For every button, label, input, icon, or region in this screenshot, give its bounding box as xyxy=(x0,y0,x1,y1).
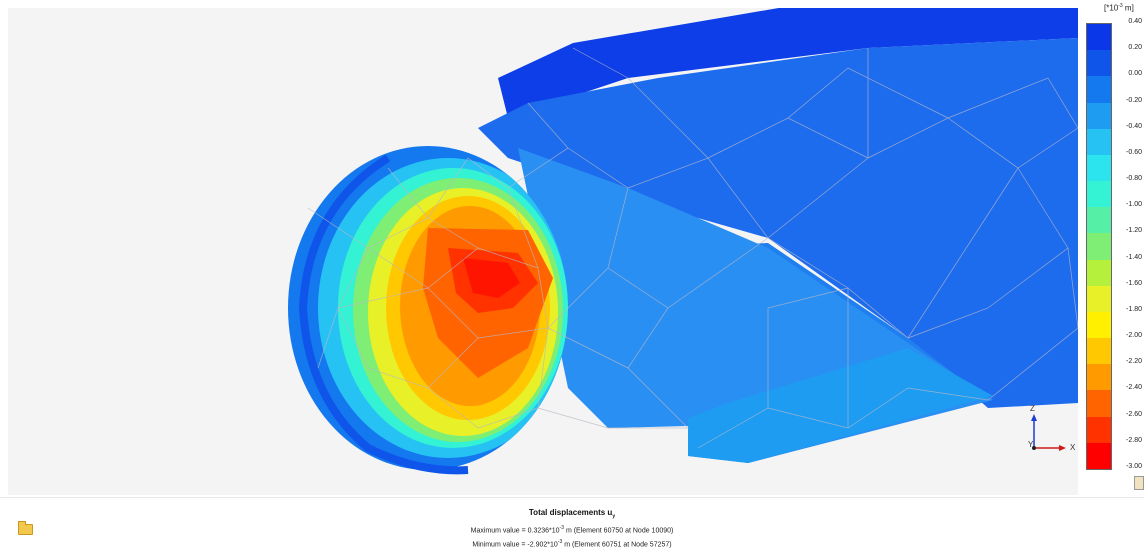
legend-tick-label: -1.80 xyxy=(1126,305,1142,313)
lock-legend-button[interactable] xyxy=(1134,476,1144,490)
legend-tick-label: 0.20 xyxy=(1128,44,1142,52)
legend-tick-label: -3.00 xyxy=(1126,463,1142,470)
model-viewport[interactable]: Z Y X xyxy=(8,8,1078,495)
maximum-value-line: Maximum value = 0.3236*10-3 m (Element 6… xyxy=(470,525,674,535)
axis-x-label: X xyxy=(1070,443,1076,452)
legend-tick-label: -1.00 xyxy=(1126,201,1142,209)
legend-tick-label: -0.60 xyxy=(1126,148,1142,156)
legend-tick-label: 0.40 xyxy=(1128,18,1142,25)
legend-tick-label: -2.20 xyxy=(1126,358,1142,366)
legend-tick-label: -1.20 xyxy=(1126,227,1142,235)
legend-tick-label: -0.80 xyxy=(1126,175,1142,183)
legend-tick-label: -2.40 xyxy=(1126,384,1142,392)
legend-tick-label: -2.00 xyxy=(1126,332,1142,340)
result-title: Total displacements uy xyxy=(528,508,616,520)
axis-triad: Z Y X xyxy=(1020,404,1078,460)
axis-z-label: Z xyxy=(1030,404,1035,413)
axis-y-label: Y xyxy=(1028,440,1034,449)
colorbar xyxy=(1086,23,1112,470)
legend-tick-label: -0.40 xyxy=(1126,122,1142,130)
legend-unit: [*10-3 m] xyxy=(1104,3,1134,13)
displacement-contour-model xyxy=(288,8,1078,475)
minimum-value-line: Minimum value = -2.902*10-3 m (Element 6… xyxy=(472,539,672,549)
legend-tick-label: -2.80 xyxy=(1126,436,1142,444)
legend-tick-label: -2.60 xyxy=(1126,410,1142,418)
legend-tick-label: -1.60 xyxy=(1126,279,1142,287)
result-info-panel: Total displacements uy Maximum value = 0… xyxy=(0,497,1144,555)
color-legend: [*10-3 m] 0.40 0.20 0.00 -0.20 -0.40 -0.60 -0.… xyxy=(1080,0,1144,500)
legend-tick-label: -0.20 xyxy=(1126,96,1142,104)
legend-tick-label: 0.00 xyxy=(1128,70,1142,78)
legend-tick-label: -1.40 xyxy=(1126,253,1142,261)
